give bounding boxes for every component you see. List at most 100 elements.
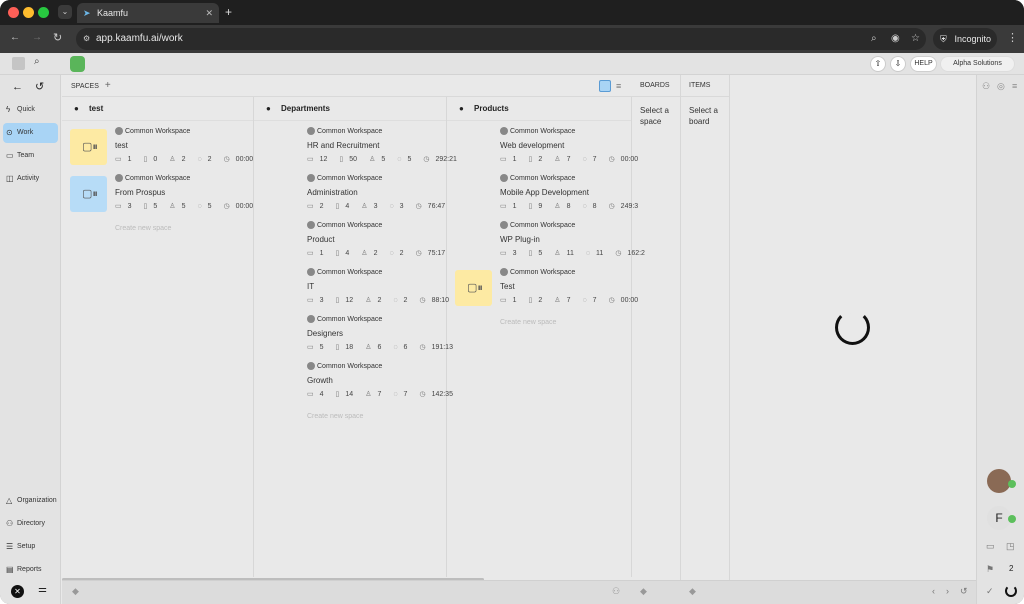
create-space-link[interactable]: Create new space (307, 413, 363, 420)
space-thumbnail[interactable]: ▢⏸ (455, 270, 492, 306)
check-icon[interactable]: ✓ (986, 586, 994, 597)
space-name[interactable]: Administration (307, 188, 457, 198)
space-item[interactable]: Common Workspace Product ▭ 1 ▯ 4 ♙ 2 ◌ 2 ◷ 75:17 (262, 217, 445, 262)
new-tab-icon[interactable]: + (225, 3, 232, 21)
upload-cloud-icon[interactable]: ⇧ (870, 56, 886, 72)
close-tab-icon[interactable]: ✕ (205, 3, 213, 23)
space-name[interactable]: Product (307, 235, 457, 245)
space-name[interactable]: WP Plug-in (500, 235, 650, 245)
browser-menu-icon[interactable]: ⋮ (1007, 31, 1018, 44)
loading-spinner (835, 310, 870, 345)
add-space-icon[interactable]: + (105, 80, 111, 91)
sidebar-toggle-icon[interactable] (12, 57, 25, 70)
stat-user-icon: ◌ 5 (397, 155, 417, 165)
maximize-window-button[interactable] (38, 7, 49, 18)
nav-item-work[interactable]: ⊙ Work (3, 123, 58, 143)
space-name[interactable]: HR and Recruitment (307, 141, 457, 151)
stat-member-icon: ♙ 5 (169, 202, 191, 212)
space-item[interactable]: Common Workspace Administration ▭ 2 ▯ 4 ♙ 3 ◌ 3 ◷ 7… (262, 170, 445, 215)
space-name[interactable]: Growth (307, 376, 457, 386)
nav-back-icon[interactable]: ← (12, 81, 23, 93)
tracking-eye-icon[interactable]: ◉ (891, 28, 900, 50)
workspace-name: Common Workspace (317, 222, 383, 229)
avatar[interactable] (987, 469, 1011, 493)
tag-icon[interactable]: ◆ (72, 586, 79, 597)
boards-tag-icon[interactable]: ◆ (640, 586, 647, 597)
back-icon[interactable]: ← (10, 32, 20, 43)
users-icon[interactable]: ⚇ (612, 586, 620, 597)
history-icon[interactable]: ↺ (35, 80, 44, 93)
space-name[interactable]: test (115, 141, 265, 151)
clock-icon: ◷ (223, 156, 230, 163)
space-column-title[interactable]: ● Departments (254, 97, 446, 121)
url-field[interactable]: ⚙ app.kaamfu.ai/work ⌕ ◉ ☆ (76, 28, 926, 50)
space-thumbnail[interactable]: ▢⏸ (70, 129, 107, 165)
flag-icon[interactable]: ⚑ (986, 564, 994, 575)
window-icon[interactable]: ◳ (1006, 541, 1015, 552)
site-info-icon[interactable]: ⚙ (83, 28, 90, 50)
user-icon[interactable]: ⚇ (982, 81, 990, 92)
download-icon[interactable]: ⇩ (890, 56, 906, 72)
nav-item-organization[interactable]: △ Organization (3, 491, 58, 511)
grid-view-icon[interactable] (599, 80, 611, 92)
space-name[interactable]: From Prospus (115, 188, 265, 198)
items-tag-icon[interactable]: ◆ (689, 586, 696, 597)
nav-label: Reports (17, 566, 42, 573)
nav-item-team[interactable]: ▭ Team (3, 146, 58, 166)
space-item[interactable]: Common Workspace Mobile App Development ▭ 1… (455, 170, 638, 215)
nav-item-reports[interactable]: ▤ Reports (3, 560, 58, 580)
stat-task-icon: ▭ 5 (307, 343, 330, 353)
help-button[interactable]: HELP (910, 56, 937, 72)
incognito-badge[interactable]: ⛨ Incognito (933, 28, 997, 50)
space-item[interactable]: Common Workspace WP Plug-in ▭ 3 ▯ 5 ♙ 11 ◌ 11 ◷ 162… (455, 217, 645, 262)
prev-page-icon[interactable]: ‹ (932, 586, 935, 596)
space-thumbnail[interactable]: ▢⏸ (70, 176, 107, 212)
create-space-link[interactable]: Create new space (500, 319, 556, 326)
stat-value: 1 (127, 156, 132, 163)
next-page-icon[interactable]: › (946, 586, 949, 596)
space-name[interactable]: Web development (500, 141, 650, 151)
organization-selector[interactable]: Alpha Solutions (940, 56, 1015, 72)
kaamfu-logo-icon[interactable]: ✕ (11, 585, 24, 598)
refresh-icon[interactable]: ↺ (960, 586, 968, 597)
bookmark-star-icon[interactable]: ☆ (911, 28, 920, 50)
app-logo-icon[interactable] (70, 56, 85, 72)
space-column-title[interactable]: ● Products (447, 97, 631, 121)
list-view-icon[interactable]: ≡ (616, 75, 621, 97)
forward-icon[interactable]: → (32, 32, 42, 43)
stat-value: 12 (345, 297, 354, 304)
tab-kaamfu[interactable]: ➤ Kaamfu ✕ (77, 3, 219, 23)
space-item[interactable]: Common Workspace Designers ▭ 5 ▯ 18 ♙ 6 ◌ 6 ◷ 191:1… (262, 311, 453, 356)
space-name[interactable]: Designers (307, 329, 457, 339)
tab-search-chevron-icon[interactable]: ⌄ (58, 5, 72, 19)
space-item[interactable]: ▢⏸ Common Workspace Test ▭ 1 ▯ 2 ♙ 7 ◌ 7 ◷ 00:00 (455, 264, 638, 309)
minimize-window-button[interactable] (23, 7, 34, 18)
space-name[interactable]: IT (307, 282, 457, 292)
space-item[interactable]: Common Workspace IT ▭ 3 ▯ 12 ♙ 2 ◌ 2 ◷ 88:10 (262, 264, 449, 309)
nav-item-quick[interactable]: ϟ Quick (3, 100, 58, 120)
monitor-icon[interactable]: ▭ (986, 541, 995, 552)
search-icon[interactable]: ⌕ (34, 56, 40, 67)
nav-item-directory[interactable]: ⚇ Directory (3, 514, 58, 534)
space-name[interactable]: Test (500, 282, 650, 292)
workspace-icon (307, 315, 315, 324)
close-window-button[interactable] (8, 7, 19, 18)
space-column-title[interactable]: ● test (62, 97, 253, 121)
filter-icon[interactable]: ≡ (1012, 81, 1017, 91)
space-item[interactable]: Common Workspace Growth ▭ 4 ▯ 14 ♙ 7 ◌ 7 ◷ 142:35 (262, 358, 453, 403)
stat-board-icon: ▯ 4 (336, 249, 356, 259)
space-item[interactable]: Common Workspace HR and Recruitment ▭ 12 ▯ 50… (262, 123, 457, 168)
settings-sliders-icon[interactable]: ⚌ (38, 584, 47, 595)
globe-icon[interactable]: ◎ (997, 81, 1005, 92)
zoom-icon[interactable]: ⌕ (871, 28, 877, 50)
clock-icon: ◷ (419, 391, 426, 398)
space-item[interactable]: ▢⏸ Common Workspace From Prospus ▭ 3 ▯ 5 ♙ 5 ◌ 5 ◷ 0… (70, 170, 253, 215)
nav-item-activity[interactable]: ◫ Activity (3, 169, 58, 189)
reload-icon[interactable]: ↻ (53, 31, 62, 44)
create-space-link[interactable]: Create new space (115, 225, 171, 232)
nav-item-setup[interactable]: ☰ Setup (3, 537, 58, 557)
space-name[interactable]: Mobile App Development (500, 188, 650, 198)
space-item[interactable]: ▢⏸ Common Workspace test ▭ 1 ▯ 0 ♙ 2 ◌ 2 ◷ 00:00 (70, 123, 253, 168)
space-item[interactable]: Common Workspace Web development ▭ 1 ▯ 2 ♙ 7 ◌ 7 ◷… (455, 123, 638, 168)
stat-member-icon: ♙ 2 (169, 155, 191, 165)
